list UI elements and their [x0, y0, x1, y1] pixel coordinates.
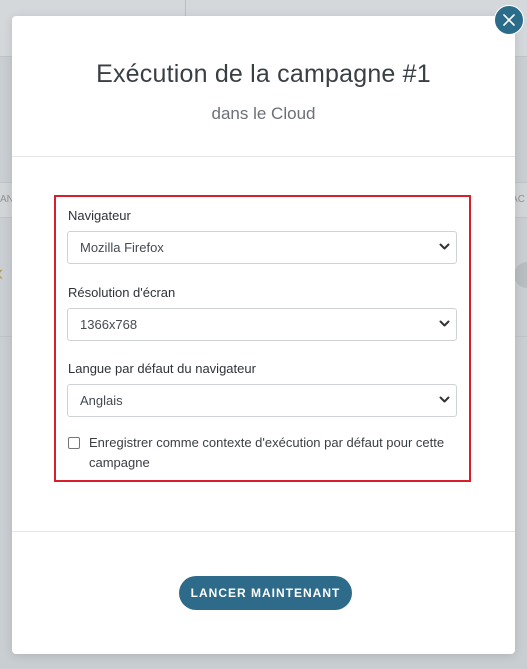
launch-now-button[interactable]: LANCER MAINTENANT: [179, 576, 352, 610]
background-avatar: [514, 262, 527, 288]
resolution-label: Résolution d'écran: [68, 285, 176, 300]
default-context-checkbox[interactable]: [68, 437, 80, 449]
modal-footer-divider: [12, 531, 515, 532]
modal-subtitle: dans le Cloud: [211, 104, 316, 123]
browser-select-value: Mozilla Firefox: [80, 240, 164, 255]
background-chevron-icon: ‹: [0, 262, 3, 284]
language-select-value: Anglais: [80, 393, 123, 408]
resolution-select[interactable]: 1366x768: [67, 308, 457, 341]
chevron-down-icon: [439, 396, 450, 403]
resolution-select-value: 1366x768: [80, 317, 138, 332]
modal-header: Exécution de la campagne #1 dans le Clou…: [12, 16, 515, 157]
language-select[interactable]: Anglais: [67, 384, 457, 417]
close-button[interactable]: [494, 5, 524, 35]
chevron-down-icon: [439, 320, 450, 327]
chevron-down-icon: [439, 243, 450, 250]
browser-label: Navigateur: [68, 208, 131, 223]
close-icon: [503, 14, 515, 26]
default-context-label[interactable]: Enregistrer comme contexte d'exécution p…: [89, 433, 449, 473]
modal-title: Exécution de la campagne #1: [96, 60, 431, 88]
browser-select[interactable]: Mozilla Firefox: [67, 231, 457, 264]
execution-settings-form: Navigateur Mozilla Firefox Résolution d'…: [54, 195, 471, 482]
language-label: Langue par défaut du navigateur: [68, 361, 256, 376]
